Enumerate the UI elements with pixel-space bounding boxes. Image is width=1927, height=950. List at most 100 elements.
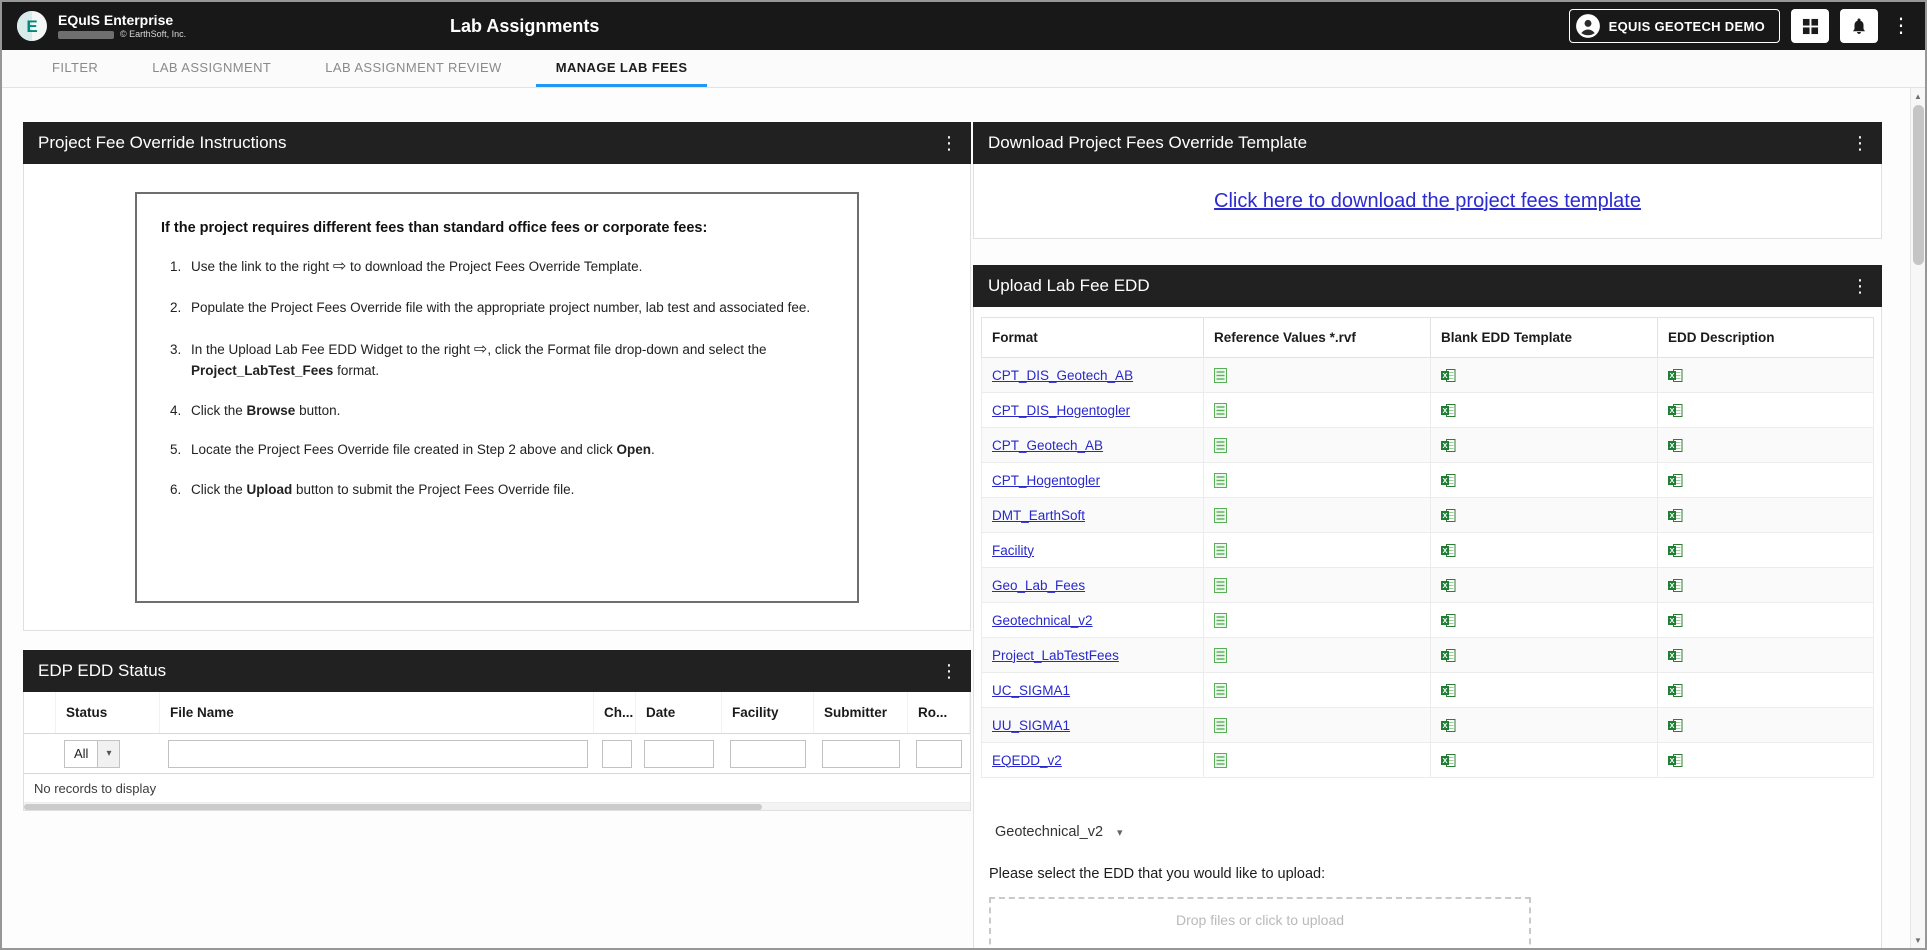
rvf-file-icon[interactable] [1214, 683, 1227, 698]
caret-down-icon[interactable]: ▾ [97, 741, 119, 767]
status-filter-dropdown[interactable]: All▾ [64, 740, 120, 768]
scrollbar-down-arrow[interactable]: ▼ [1911, 932, 1925, 948]
rvf-file-icon[interactable] [1214, 368, 1227, 383]
blank-edd-template-excel-icon[interactable]: X [1441, 683, 1456, 698]
format-link[interactable]: Geo_Lab_Fees [992, 578, 1085, 593]
tab-bar: FILTER LAB ASSIGNMENT LAB ASSIGNMENT REVIE… [2, 50, 1925, 88]
filter-input-ch[interactable] [602, 740, 632, 768]
edp-column-date[interactable]: Date [636, 692, 722, 733]
rvf-file-icon[interactable] [1214, 718, 1227, 733]
step-text: format. [333, 363, 379, 378]
svg-text:X: X [1669, 616, 1674, 625]
blank-edd-template-excel-icon[interactable]: X [1441, 543, 1456, 558]
format-row: CPT_Hogentogler X X [982, 463, 1874, 498]
rvf-file-icon[interactable] [1214, 438, 1227, 453]
format-link[interactable]: Facility [992, 543, 1034, 558]
filter-input-ro[interactable] [916, 740, 962, 768]
edd-description-excel-icon[interactable]: X [1668, 613, 1683, 628]
format-link[interactable]: CPT_Geotech_AB [992, 438, 1103, 453]
rvf-file-icon[interactable] [1214, 648, 1227, 663]
filter-cell [160, 734, 594, 773]
format-link[interactable]: CPT_DIS_Hogentogler [992, 403, 1130, 418]
file-dropzone[interactable]: Drop files or click to upload [989, 897, 1531, 948]
upload-column-blank-edd-template: Blank EDD Template [1431, 318, 1658, 358]
edp-hscroll-thumb[interactable] [24, 804, 762, 810]
format-link[interactable]: CPT_DIS_Geotech_AB [992, 368, 1133, 383]
download-template-link[interactable]: Click here to download the project fees … [1214, 190, 1641, 213]
rvf-file-icon[interactable] [1214, 473, 1227, 488]
blank-edd-template-excel-icon[interactable]: X [1441, 473, 1456, 488]
blank-edd-template-excel-icon[interactable]: X [1441, 508, 1456, 523]
blank-edd-template-excel-icon[interactable]: X [1441, 718, 1456, 733]
grid-spacer-column [24, 692, 56, 733]
rvf-file-icon[interactable] [1214, 403, 1227, 418]
app-window: E EQuIS Enterprise © EarthSoft, Inc. Lab… [0, 0, 1927, 950]
step-text: , click the Format file drop-down and se… [487, 342, 766, 357]
edd-description-excel-icon[interactable]: X [1668, 718, 1683, 733]
rvf-file-icon[interactable] [1214, 508, 1227, 523]
rvf-file-icon[interactable] [1214, 543, 1227, 558]
blank-edd-template-excel-icon[interactable]: X [1441, 613, 1456, 628]
user-menu-button[interactable]: EQUIS GEOTECH DEMO [1569, 9, 1780, 43]
edp-column-ro[interactable]: Ro... [908, 692, 970, 733]
instructions-kebab-menu-button[interactable]: ⋮ [935, 129, 963, 157]
apps-grid-button[interactable] [1791, 9, 1829, 43]
tab-lab-assignment[interactable]: LAB ASSIGNMENT [132, 50, 291, 87]
edd-description-excel-icon[interactable]: X [1668, 543, 1683, 558]
edp-kebab-menu-button[interactable]: ⋮ [935, 657, 963, 685]
header-kebab-menu-button[interactable]: ⋮ [1889, 16, 1913, 36]
filter-input-submitter[interactable] [822, 740, 900, 768]
blank-edd-template-excel-icon[interactable]: X [1441, 648, 1456, 663]
page-vertical-scrollbar[interactable]: ▲ ▼ [1910, 88, 1925, 948]
format-link[interactable]: UC_SIGMA1 [992, 683, 1070, 698]
format-link[interactable]: UU_SIGMA1 [992, 718, 1070, 733]
tab-filter[interactable]: FILTER [32, 50, 118, 87]
format-link[interactable]: Geotechnical_v2 [992, 613, 1093, 628]
blank-edd-template-excel-icon[interactable]: X [1441, 753, 1456, 768]
edd-description-excel-icon[interactable]: X [1668, 648, 1683, 663]
filter-input-file-name[interactable] [168, 740, 588, 768]
blank-edd-template-excel-icon[interactable]: X [1441, 578, 1456, 593]
edd-description-excel-icon[interactable]: X [1668, 753, 1683, 768]
format-link[interactable]: DMT_EarthSoft [992, 508, 1085, 523]
upload-column-reference-values-rvf: Reference Values *.rvf [1204, 318, 1431, 358]
edp-horizontal-scrollbar[interactable] [24, 803, 970, 811]
download-kebab-menu-button[interactable]: ⋮ [1846, 129, 1874, 157]
rvf-file-icon[interactable] [1214, 613, 1227, 628]
rvf-file-icon[interactable] [1214, 578, 1227, 593]
edd-description-excel-icon[interactable]: X [1668, 578, 1683, 593]
edp-column-status[interactable]: Status [56, 692, 160, 733]
edd-description-excel-icon[interactable]: X [1668, 403, 1683, 418]
edp-grid-header-row: StatusFile NameCh...DateFacilitySubmitte… [24, 692, 970, 734]
edd-description-excel-icon[interactable]: X [1668, 438, 1683, 453]
edp-column-submitter[interactable]: Submitter [814, 692, 908, 733]
svg-text:X: X [1442, 476, 1447, 485]
edp-column-ch[interactable]: Ch... [594, 692, 636, 733]
scrollbar-up-arrow[interactable]: ▲ [1911, 88, 1925, 104]
tab-lab-assignment-review[interactable]: LAB ASSIGNMENT REVIEW [305, 50, 521, 87]
edd-description-excel-icon[interactable]: X [1668, 508, 1683, 523]
download-widget-header: Download Project Fees Override Template … [973, 122, 1882, 164]
blank-edd-template-excel-icon[interactable]: X [1441, 403, 1456, 418]
format-link[interactable]: EQEDD_v2 [992, 753, 1062, 768]
upload-kebab-menu-button[interactable]: ⋮ [1846, 272, 1874, 300]
notifications-button[interactable] [1840, 9, 1878, 43]
filter-input-date[interactable] [644, 740, 714, 768]
blank-edd-template-excel-icon[interactable]: X [1441, 368, 1456, 383]
tab-manage-lab-fees[interactable]: MANAGE LAB FEES [536, 50, 708, 87]
user-name-label: EQUIS GEOTECH DEMO [1609, 19, 1765, 34]
filter-input-facility[interactable] [730, 740, 806, 768]
blank-edd-template-excel-icon[interactable]: X [1441, 438, 1456, 453]
format-link[interactable]: CPT_Hogentogler [992, 473, 1100, 488]
instructions-heading: If the project requires different fees t… [161, 220, 833, 236]
format-link[interactable]: Project_LabTestFees [992, 648, 1119, 663]
scrollbar-thumb[interactable] [1913, 105, 1924, 265]
edd-description-excel-icon[interactable]: X [1668, 368, 1683, 383]
edp-column-facility[interactable]: Facility [722, 692, 814, 733]
format-select-dropdown[interactable]: Geotechnical_v2 ▾ [989, 820, 1129, 844]
rvf-file-icon[interactable] [1214, 753, 1227, 768]
edd-description-excel-icon[interactable]: X [1668, 683, 1683, 698]
step-text: Project_LabTest_Fees [191, 363, 333, 378]
edd-description-excel-icon[interactable]: X [1668, 473, 1683, 488]
edp-column-file-name[interactable]: File Name [160, 692, 594, 733]
